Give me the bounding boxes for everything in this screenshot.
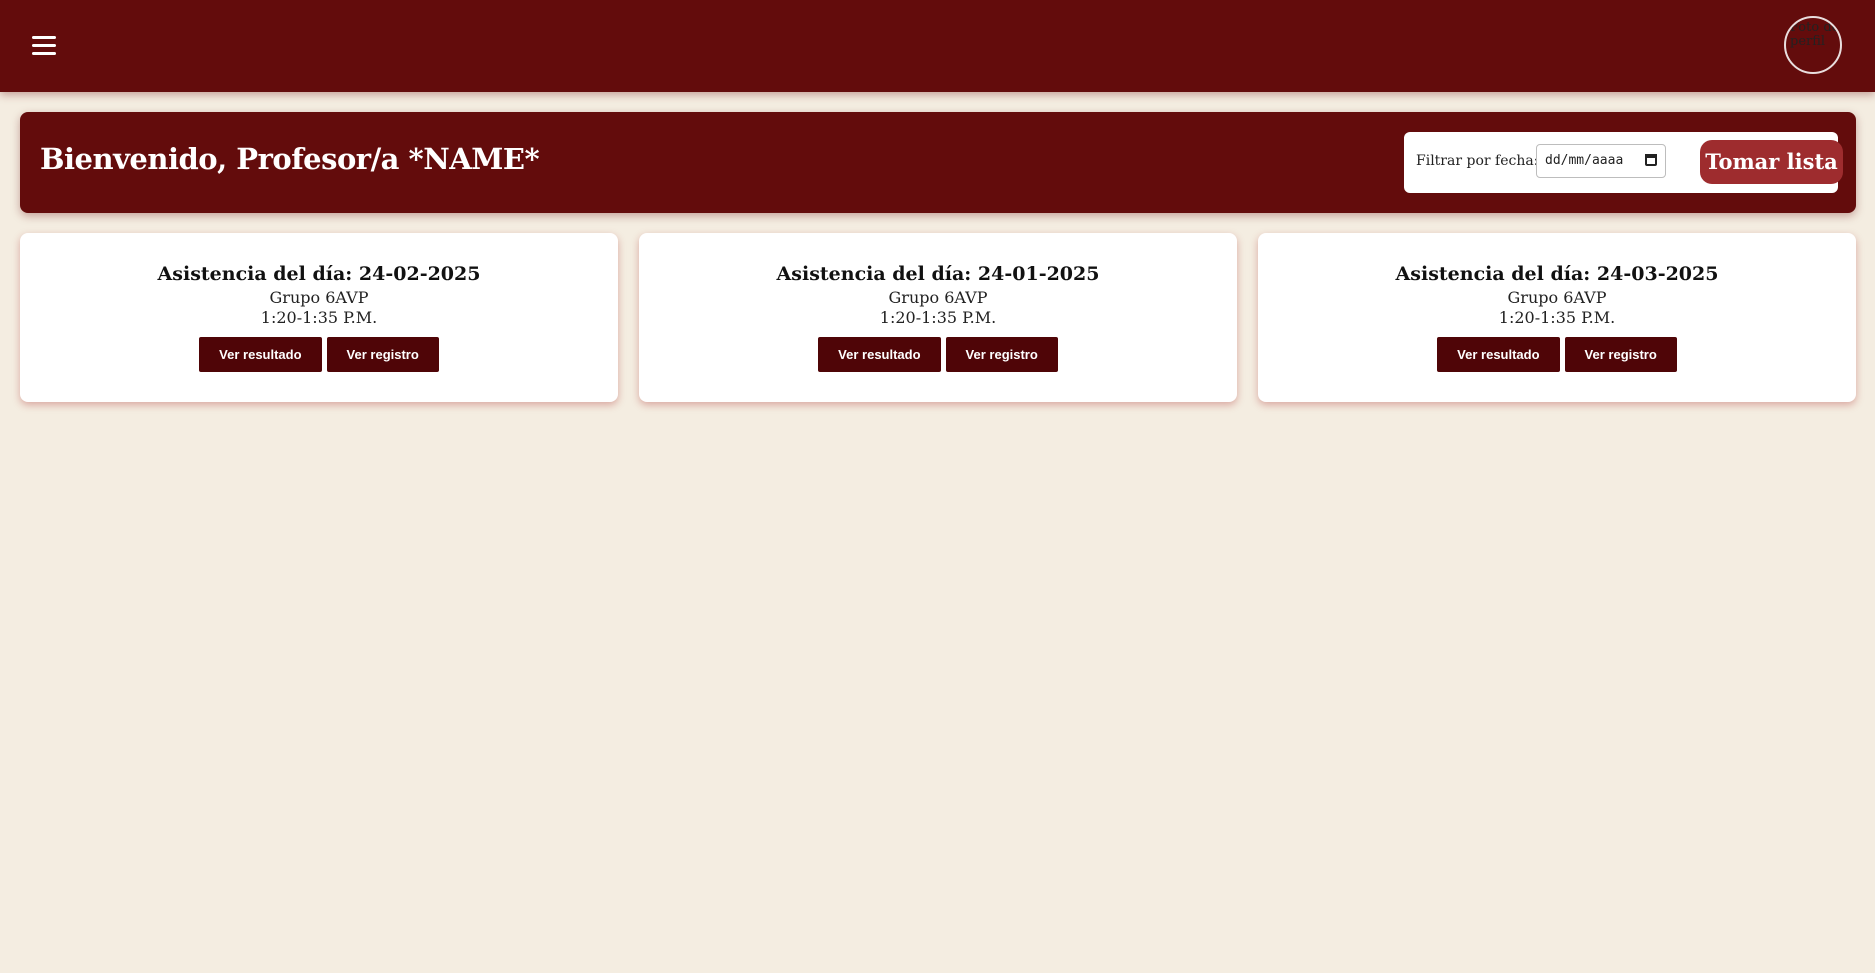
date-filter-panel: Filtrar por fecha: dd/mm/aaaa Tomar list…: [1404, 132, 1843, 193]
take-list-button[interactable]: Tomar lista: [1700, 140, 1843, 184]
attendance-card-actions: Ver resultado Ver registro: [20, 337, 618, 372]
view-record-button[interactable]: Ver registro: [1564, 337, 1677, 372]
attendance-card-title: Asistencia del día: 24-03-2025: [1395, 263, 1719, 285]
attendance-card-group: Grupo 6AVP: [1507, 288, 1607, 307]
attendance-card-time: 1:20-1:35 P.M.: [879, 308, 997, 327]
menu-line-top: [32, 36, 56, 39]
attendance-card-time: 1:20-1:35 P.M.: [260, 308, 378, 327]
attendance-card-title: Asistencia del día: 24-02-2025: [157, 263, 481, 285]
profile-avatar[interactable]: Foto de perfil: [1784, 16, 1842, 74]
welcome-title: Bienvenido, Profesor/a *NAME*: [40, 142, 540, 176]
attendance-card: Asistencia del día: 24-01-2025 Grupo 6AV…: [639, 233, 1237, 402]
menu-line-middle: [32, 44, 56, 47]
attendance-card-title: Asistencia del día: 24-01-2025: [776, 263, 1100, 285]
attendance-card-group: Grupo 6AVP: [269, 288, 369, 307]
date-filter-input[interactable]: dd/mm/aaaa: [1536, 144, 1666, 178]
attendance-card-group: Grupo 6AVP: [888, 288, 988, 307]
view-record-button[interactable]: Ver registro: [326, 337, 439, 372]
attendance-card-time: 1:20-1:35 P.M.: [1498, 308, 1616, 327]
welcome-banner: Bienvenido, Profesor/a *NAME* Filtrar po…: [20, 112, 1856, 213]
attendance-card-actions: Ver resultado Ver registro: [1258, 337, 1856, 372]
top-navbar: Foto de perfil: [0, 0, 1875, 92]
date-filter-label: Filtrar por fecha:: [1416, 153, 1539, 169]
view-result-button[interactable]: Ver resultado: [199, 337, 322, 372]
attendance-card: Asistencia del día: 24-02-2025 Grupo 6AV…: [20, 233, 618, 402]
hamburger-menu-icon[interactable]: [30, 33, 58, 59]
calendar-icon[interactable]: [1645, 154, 1657, 166]
view-result-button[interactable]: Ver resultado: [818, 337, 941, 372]
avatar-alt-text: Foto de perfil: [1790, 20, 1840, 49]
menu-line-bottom: [32, 52, 56, 55]
date-placeholder-text: dd/mm/aaaa: [1545, 153, 1624, 168]
view-result-button[interactable]: Ver resultado: [1437, 337, 1560, 372]
attendance-card: Asistencia del día: 24-03-2025 Grupo 6AV…: [1258, 233, 1856, 402]
view-record-button[interactable]: Ver registro: [945, 337, 1058, 372]
attendance-card-actions: Ver resultado Ver registro: [639, 337, 1237, 372]
